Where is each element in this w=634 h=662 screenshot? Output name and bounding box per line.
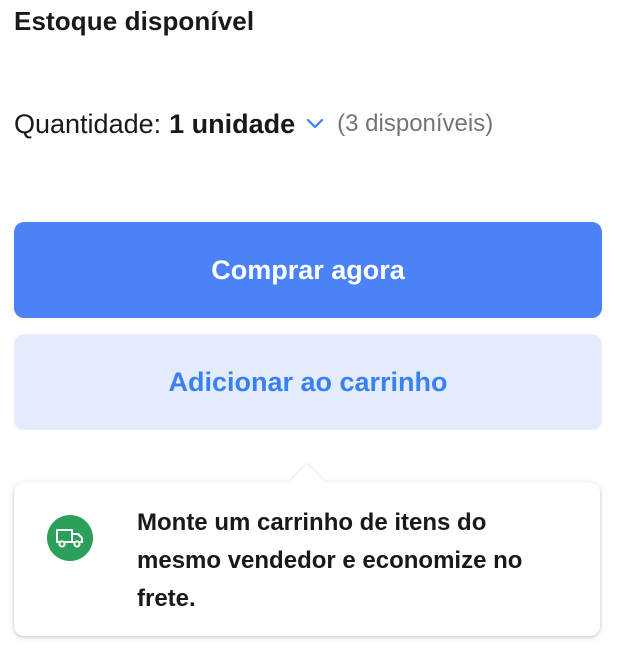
- available-count: (3 disponíveis): [337, 110, 494, 137]
- tooltip-message: Monte um carrinho de itens do mesmo vend…: [137, 509, 523, 612]
- purchase-panel: Estoque disponível Quantidade: 1 unidade…: [0, 0, 634, 662]
- truck-icon: [47, 515, 93, 561]
- add-to-cart-button[interactable]: Adicionar ao carrinho: [14, 334, 602, 430]
- quantity-selector[interactable]: 1 unidade: [169, 109, 295, 140]
- stock-status-title: Estoque disponível: [14, 6, 255, 36]
- shipping-tip-tooltip: Monte um carrinho de itens do mesmo vend…: [14, 464, 600, 636]
- quantity-label: Quantidade:: [14, 108, 162, 139]
- chevron-down-icon[interactable]: [305, 114, 325, 134]
- buy-now-button[interactable]: Comprar agora: [14, 222, 602, 318]
- quantity-row: Quantidade: 1 unidade (3 disponíveis): [14, 104, 493, 144]
